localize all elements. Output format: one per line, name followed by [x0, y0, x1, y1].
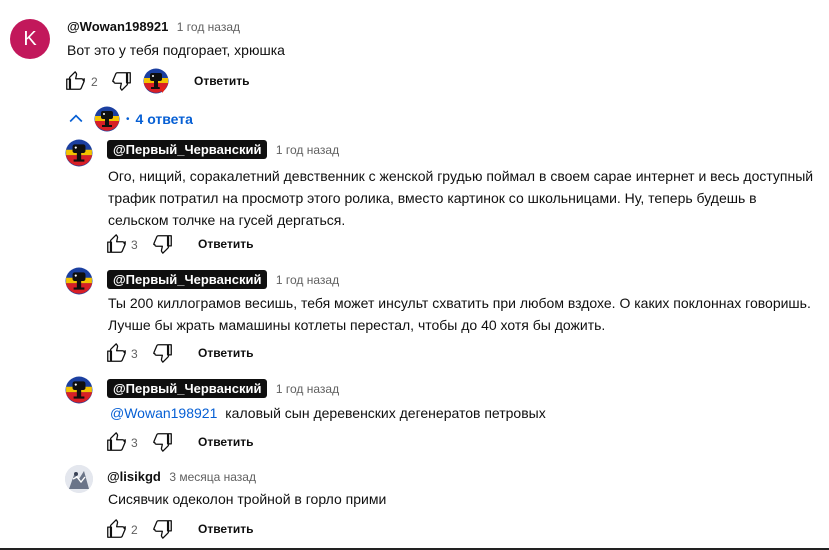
like-count: 2 [91, 75, 98, 89]
reply-header: @lisikgd 3 месяца назад [107, 468, 256, 486]
thumb-up-icon [105, 233, 127, 255]
reply-avatar[interactable] [65, 139, 93, 167]
reply-text: Ты 200 киллограмов весишь, тебя может ин… [108, 292, 828, 336]
reply-line: Лучше бы жрать мамашины котлеты перестал… [108, 317, 606, 333]
user-avatar-icon [65, 139, 93, 167]
replies-count: 4 ответа [135, 111, 193, 127]
comment-time[interactable]: 1 год назад [177, 20, 240, 34]
reply-time[interactable]: 1 год назад [276, 273, 339, 287]
reply-header: @Первый_Черванский 1 год назад [107, 379, 339, 398]
reply-text: Сисявчик одеколон тройной в горло прими [108, 491, 387, 507]
replies-toggle[interactable]: • 4 ответа [64, 105, 193, 133]
reply-button[interactable]: Ответить [198, 237, 253, 251]
like-count: 3 [131, 347, 138, 361]
dislike-button[interactable] [152, 342, 174, 364]
like-count: 3 [131, 436, 138, 450]
user-avatar-icon [65, 267, 93, 295]
comment-text: Вот это у тебя подгорает, хрюшка [67, 42, 285, 58]
like-button[interactable] [105, 233, 127, 255]
reply-author[interactable]: @Первый_Черванский [107, 140, 268, 159]
comment-author[interactable]: @Wowan198921 [67, 19, 168, 34]
dislike-button[interactable] [111, 70, 133, 92]
thumb-down-icon [152, 233, 174, 255]
reply-button[interactable]: Ответить [198, 435, 253, 449]
thumb-down-icon [152, 342, 174, 364]
thumb-down-icon [152, 431, 174, 453]
reply-line: Ого, нищий, соракалетний девственник с ж… [108, 168, 814, 184]
reply-text: Ого, нищий, соракалетний девственник с ж… [108, 165, 823, 231]
comment-header: @Wowan198921 1 год назад [67, 18, 240, 36]
reply-avatar[interactable] [65, 376, 93, 404]
thumb-down-icon [111, 70, 133, 92]
reply-time[interactable]: 1 год назад [276, 382, 339, 396]
reply-line: Ты 200 киллограмов весишь, тебя может ин… [108, 295, 811, 311]
avatar[interactable]: K [10, 19, 50, 59]
reply-author[interactable]: @lisikgd [107, 469, 161, 484]
reply-line: сельском толчке на гусей дергаться. [108, 212, 346, 228]
creator-heart: ♥ [143, 68, 171, 96]
reply-avatar[interactable] [65, 465, 93, 493]
thumb-down-icon [152, 518, 174, 540]
bullet: • [126, 113, 130, 125]
like-button[interactable] [64, 70, 86, 92]
chevron-up-icon [66, 109, 86, 129]
user-avatar-icon [65, 376, 93, 404]
like-button[interactable] [105, 431, 127, 453]
reply-body: каловый сын деревенских дегенератов петр… [225, 405, 546, 421]
reply-button[interactable]: Ответить [198, 522, 253, 536]
reply-button[interactable]: Ответить [194, 74, 249, 88]
reply-button[interactable]: Ответить [198, 346, 253, 360]
creator-avatar-icon [94, 106, 120, 132]
like-count: 3 [131, 238, 138, 252]
reply-avatar[interactable] [65, 267, 93, 295]
reply-line: трафик потратил на просмотр этого ролика… [108, 190, 757, 206]
dislike-button[interactable] [152, 518, 174, 540]
mention-link[interactable]: @Wowan198921 [110, 405, 217, 421]
like-button[interactable] [105, 518, 127, 540]
like-button[interactable] [105, 342, 127, 364]
heart-icon: ♥ [159, 82, 167, 96]
reply-time[interactable]: 1 год назад [276, 143, 339, 157]
reply-header: @Первый_Черванский 1 год назад [107, 270, 339, 289]
reply-author[interactable]: @Первый_Черванский [107, 379, 268, 398]
reply-text: @Wowan198921 каловый сын деревенских дег… [110, 402, 546, 424]
dislike-button[interactable] [152, 233, 174, 255]
reply-author[interactable]: @Первый_Черванский [107, 270, 268, 289]
reply-time[interactable]: 3 месяца назад [169, 470, 256, 484]
reply-header: @Первый_Черванский 1 год назад [107, 140, 339, 159]
avatar-letter: K [23, 28, 37, 50]
dislike-button[interactable] [152, 431, 174, 453]
user-avatar-icon [65, 465, 93, 493]
thumb-up-icon [105, 431, 127, 453]
like-count: 2 [131, 523, 138, 537]
thumb-up-icon [105, 342, 127, 364]
thumb-up-icon [105, 518, 127, 540]
thumb-up-icon [64, 70, 86, 92]
